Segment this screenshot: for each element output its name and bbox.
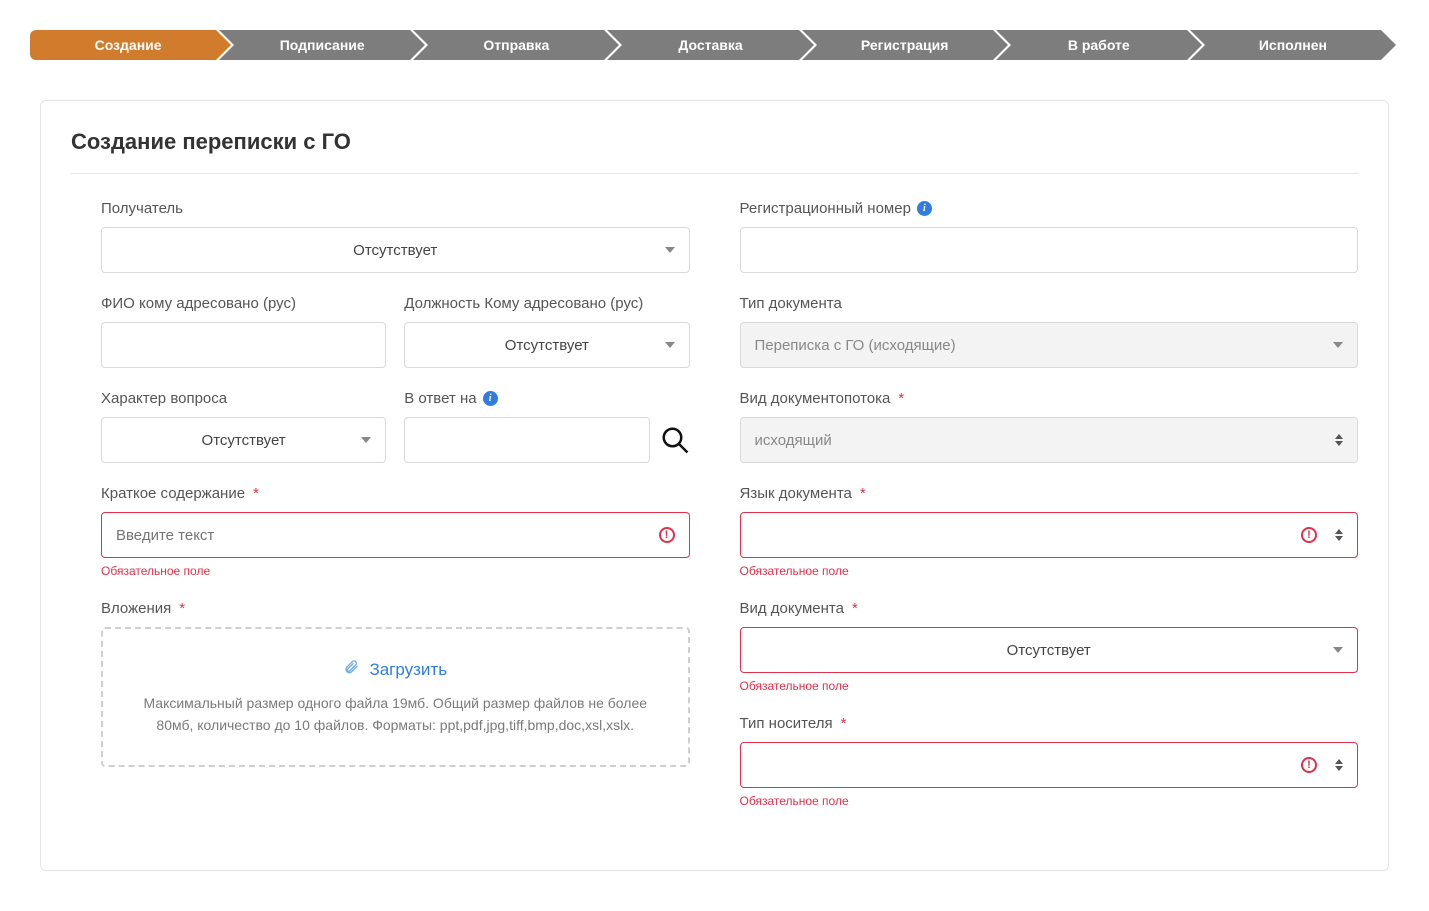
alert-icon: ! bbox=[659, 527, 675, 543]
info-icon: i bbox=[483, 391, 498, 406]
doc-lang-select[interactable]: ! bbox=[740, 512, 1359, 558]
chevron-down-icon bbox=[665, 342, 675, 348]
search-icon[interactable] bbox=[660, 425, 690, 455]
step-inwork[interactable]: В работе bbox=[1011, 30, 1187, 60]
doc-kind-select[interactable]: Отсутствует bbox=[740, 627, 1359, 673]
summary-label: Краткое содержание* bbox=[101, 485, 690, 502]
doc-lang-error: Обязательное поле bbox=[740, 564, 1359, 578]
step-create[interactable]: Создание bbox=[30, 30, 216, 60]
reg-number-label: Регистрационный номер i bbox=[740, 200, 1359, 217]
step-register[interactable]: Регистрация bbox=[817, 30, 993, 60]
doc-kind-error: Обязательное поле bbox=[740, 679, 1359, 693]
flow-type-label: Вид документопотока* bbox=[740, 390, 1359, 407]
sort-icon bbox=[1335, 529, 1343, 541]
flow-type-select: исходящий bbox=[740, 417, 1359, 463]
upload-hint: Максимальный размер одного файла 19мб. О… bbox=[143, 692, 648, 737]
doc-type-select: Переписка с ГО (исходящие) bbox=[740, 322, 1359, 368]
stepper: Создание Подписание Отправка Доставка Ре… bbox=[0, 0, 1429, 70]
recipient-label: Получатель bbox=[101, 200, 690, 217]
attachments-dropzone[interactable]: Загрузить Максимальный размер одного фай… bbox=[101, 627, 690, 767]
doc-kind-label: Вид документа* bbox=[740, 600, 1359, 617]
fio-input[interactable] bbox=[101, 322, 386, 368]
chevron-down-icon bbox=[1333, 342, 1343, 348]
paperclip-icon bbox=[343, 659, 359, 680]
step-sign[interactable]: Подписание bbox=[234, 30, 410, 60]
recipient-select[interactable]: Отсутствует bbox=[101, 227, 690, 273]
info-icon: i bbox=[917, 201, 932, 216]
media-type-error: Обязательное поле bbox=[740, 794, 1359, 808]
chevron-down-icon bbox=[665, 247, 675, 253]
doc-type-label: Тип документа bbox=[740, 295, 1359, 312]
media-type-select[interactable]: ! bbox=[740, 742, 1359, 788]
alert-icon: ! bbox=[1301, 757, 1317, 773]
sort-icon bbox=[1335, 759, 1343, 771]
step-send[interactable]: Отправка bbox=[428, 30, 604, 60]
position-label: Должность Кому адресовано (рус) bbox=[404, 295, 689, 312]
summary-error: Обязательное поле bbox=[101, 564, 690, 578]
position-select[interactable]: Отсутствует bbox=[404, 322, 689, 368]
media-type-label: Тип носителя* bbox=[740, 715, 1359, 732]
form-card: Создание переписки с ГО Получатель Отсут… bbox=[40, 100, 1389, 871]
question-type-label: Характер вопроса bbox=[101, 390, 386, 407]
alert-icon: ! bbox=[1301, 527, 1317, 543]
attachments-label: Вложения* bbox=[101, 600, 690, 617]
reply-to-label: В ответ на i bbox=[404, 390, 689, 407]
summary-input[interactable]: ! bbox=[101, 512, 690, 558]
step-done[interactable]: Исполнен bbox=[1205, 30, 1381, 60]
fio-label: ФИО кому адресовано (рус) bbox=[101, 295, 386, 312]
page-title: Создание переписки с ГО bbox=[71, 129, 1358, 174]
reg-number-input[interactable] bbox=[740, 227, 1359, 273]
question-type-select[interactable]: Отсутствует bbox=[101, 417, 386, 463]
upload-link[interactable]: Загрузить bbox=[343, 659, 447, 680]
chevron-down-icon bbox=[1333, 647, 1343, 653]
reply-to-input[interactable] bbox=[404, 417, 649, 463]
doc-lang-label: Язык документа* bbox=[740, 485, 1359, 502]
step-deliver[interactable]: Доставка bbox=[622, 30, 798, 60]
chevron-down-icon bbox=[361, 437, 371, 443]
sort-icon bbox=[1335, 434, 1343, 446]
